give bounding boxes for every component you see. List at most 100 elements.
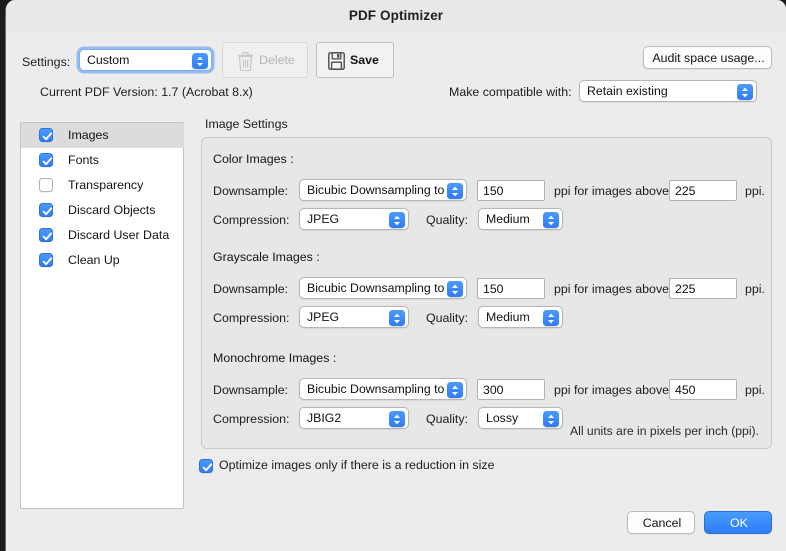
quality-label: Quality:	[426, 311, 468, 325]
chevron-updown-icon	[192, 53, 208, 69]
sidebar-item-fonts[interactable]: Fonts	[21, 148, 184, 173]
ppi-suffix-label: ppi.	[745, 282, 765, 296]
chevron-updown-icon	[447, 382, 463, 398]
quality-select[interactable]: Medium	[478, 306, 563, 328]
sidebar-item-checkbox[interactable]	[39, 178, 53, 192]
compression-value: JPEG	[307, 212, 339, 226]
chevron-updown-icon	[447, 281, 463, 297]
make-compatible-label: Make compatible with:	[449, 85, 572, 99]
cancel-button-label: Cancel	[628, 516, 696, 530]
downsample-label: Downsample:	[213, 282, 288, 296]
compression-label: Compression:	[213, 311, 289, 325]
settings-category-list[interactable]: Images Fonts Transparency Discard Objects Di…	[20, 122, 184, 509]
ppi-above-label: ppi for images above	[554, 184, 669, 198]
downsample-method-select[interactable]: Bicubic Downsampling to	[299, 378, 467, 400]
downsample-label: Downsample:	[213, 184, 288, 198]
quality-label: Quality:	[426, 213, 468, 227]
sidebar-item-checkbox[interactable]	[39, 253, 53, 267]
optimize-images-checkbox[interactable]	[199, 459, 213, 473]
sidebar-item-label: Discard Objects	[68, 203, 155, 217]
threshold-ppi-input[interactable]: 450	[669, 379, 737, 400]
downsample-ppi-input[interactable]: 150	[477, 180, 545, 201]
sidebar-item-transparency[interactable]: Transparency	[21, 173, 184, 198]
compression-label: Compression:	[213, 412, 289, 426]
image-settings-group: Monochrome Images : Downsample: Bicubic Do…	[201, 137, 772, 449]
ok-button-label: OK	[705, 516, 773, 530]
chevron-updown-icon	[389, 212, 405, 228]
downsample-method-value: Bicubic Downsampling to	[307, 281, 444, 295]
compression-select[interactable]: JBIG2	[299, 407, 409, 429]
threshold-ppi-input[interactable]: 225	[669, 180, 737, 201]
quality-select[interactable]: Medium	[478, 208, 563, 230]
sidebar-item-checkbox[interactable]	[39, 153, 53, 167]
downsample-ppi-input[interactable]: 300	[477, 379, 545, 400]
ppi-above-label: ppi for images above	[554, 383, 669, 397]
quality-value: Lossy	[486, 411, 518, 425]
downsample-method-value: Bicubic Downsampling to	[307, 183, 444, 197]
compression-value: JPEG	[307, 310, 339, 324]
sidebar-item-label: Fonts	[68, 153, 99, 167]
make-compatible-select[interactable]: Retain existing	[579, 80, 757, 102]
downsample-method-value: Bicubic Downsampling to	[307, 382, 444, 396]
section-heading: Monochrome Images :	[213, 351, 336, 365]
sidebar-item-label: Images	[68, 128, 109, 142]
compression-label: Compression:	[213, 213, 289, 227]
downsample-method-select[interactable]: Bicubic Downsampling to	[299, 277, 467, 299]
sidebar-item-checkbox[interactable]	[39, 128, 53, 142]
page-title: PDF Optimizer	[6, 8, 786, 23]
chevron-updown-icon	[447, 183, 463, 199]
chevron-updown-icon	[543, 411, 559, 427]
sidebar-item-checkbox[interactable]	[39, 228, 53, 242]
make-compatible-value: Retain existing	[587, 84, 668, 98]
delete-button-label: Delete	[259, 53, 295, 67]
trash-icon	[237, 52, 254, 74]
downsample-ppi-value: 150	[483, 184, 504, 198]
downsample-ppi-value: 300	[483, 383, 504, 397]
threshold-ppi-value: 225	[675, 184, 696, 198]
downsample-ppi-value: 150	[483, 282, 504, 296]
ppi-above-label: ppi for images above	[554, 282, 669, 296]
quality-value: Medium	[486, 212, 530, 226]
ppi-suffix-label: ppi.	[745, 184, 765, 198]
settings-select-value: Custom	[87, 53, 129, 67]
compression-select[interactable]: JPEG	[299, 306, 409, 328]
save-button[interactable]: Save	[316, 42, 394, 78]
downsample-ppi-input[interactable]: 150	[477, 278, 545, 299]
sidebar-item-clean-up[interactable]: Clean Up	[21, 248, 184, 273]
title-bar: PDF Optimizer	[6, 0, 786, 34]
chevron-updown-icon	[389, 310, 405, 326]
chevron-updown-icon	[543, 212, 559, 228]
sidebar-item-discard-objects[interactable]: Discard Objects	[21, 198, 184, 223]
delete-button: Delete	[222, 42, 308, 78]
compression-value: JBIG2	[307, 411, 341, 425]
sidebar-item-label: Clean Up	[68, 253, 120, 267]
floppy-disk-icon	[328, 52, 345, 73]
chevron-updown-icon	[543, 310, 559, 326]
threshold-ppi-value: 450	[675, 383, 696, 397]
sidebar-item-label: Discard User Data	[68, 228, 169, 242]
ok-button[interactable]: OK	[704, 511, 772, 534]
threshold-ppi-input[interactable]: 225	[669, 278, 737, 299]
downsample-method-select[interactable]: Bicubic Downsampling to	[299, 179, 467, 201]
compression-select[interactable]: JPEG	[299, 208, 409, 230]
dialog-body: Settings: Custom Delete	[6, 33, 786, 551]
ppi-suffix-label: ppi.	[745, 383, 765, 397]
optimize-images-label: Optimize images only if there is a reduc…	[219, 458, 494, 472]
settings-select[interactable]: Custom	[79, 49, 212, 71]
sidebar-item-images[interactable]: Images	[21, 123, 184, 148]
image-settings-title: Image Settings	[205, 117, 288, 131]
chevron-updown-icon	[737, 84, 753, 100]
quality-label: Quality:	[426, 412, 468, 426]
sidebar-item-discard-user-data[interactable]: Discard User Data	[21, 223, 184, 248]
save-button-label: Save	[350, 53, 379, 67]
downsample-label: Downsample:	[213, 383, 288, 397]
quality-select[interactable]: Lossy	[478, 407, 563, 429]
audit-space-usage-button[interactable]: Audit space usage...	[643, 46, 772, 69]
section-heading: Grayscale Images :	[213, 250, 320, 264]
cancel-button[interactable]: Cancel	[627, 511, 695, 534]
current-pdf-version: Current PDF Version: 1.7 (Acrobat 8.x)	[40, 85, 253, 99]
audit-space-usage-label: Audit space usage...	[644, 51, 773, 65]
threshold-ppi-value: 225	[675, 282, 696, 296]
sidebar-item-checkbox[interactable]	[39, 203, 53, 217]
settings-label: Settings:	[22, 55, 70, 69]
